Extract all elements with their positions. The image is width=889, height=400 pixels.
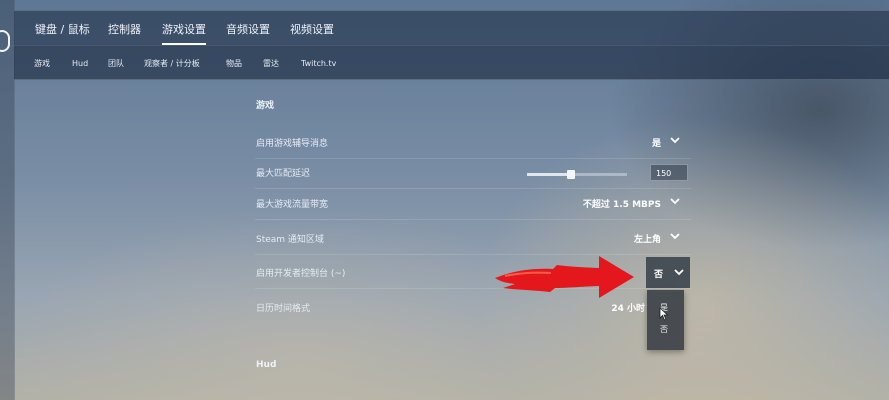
subtab-radar[interactable]: 雷达 <box>263 46 279 79</box>
subtab-game[interactable]: 游戏 <box>34 46 50 79</box>
latency-input[interactable]: 150 <box>650 164 688 181</box>
mouse-pointer-icon <box>659 307 669 321</box>
latency-slider[interactable] <box>527 170 627 179</box>
subtab-hud[interactable]: Hud <box>72 46 88 79</box>
setting-value: 左上角 <box>633 235 661 245</box>
tab-controller[interactable]: 控制器 <box>108 11 141 46</box>
setting-label: Steam 通知区域 <box>256 235 324 245</box>
top-nav: 键盘 / 鼠标 控制器 游戏设置 音频设置 视频设置 <box>14 10 889 46</box>
dropdown-selected-value: 否 <box>654 270 664 280</box>
subtab-items[interactable]: 物品 <box>226 46 242 79</box>
setting-row-bandwidth[interactable]: 最大游戏流量带宽 不超过 1.5 MBPS <box>255 189 691 220</box>
setting-label: 启用游戏辅导消息 <box>256 139 329 149</box>
slider-fill <box>527 173 569 176</box>
setting-value: 是 <box>651 139 661 149</box>
setting-value: 24 小时 <box>611 304 645 314</box>
setting-label: 最大匹配延迟 <box>256 169 311 179</box>
slider-handle[interactable] <box>567 170 575 179</box>
dropdown-option-no[interactable]: 否 <box>660 324 668 335</box>
left-rail <box>0 0 15 400</box>
setting-row-steam-notify[interactable]: Steam 通知区域 左上角 <box>255 224 691 255</box>
chevron-down-icon[interactable] <box>669 230 681 242</box>
tab-audio-settings[interactable]: 音频设置 <box>226 11 270 46</box>
setting-label: 启用开发者控制台 (~) <box>256 269 346 279</box>
subtab-twitch[interactable]: Twitch.tv <box>301 46 336 79</box>
tab-keyboard-mouse[interactable]: 键盘 / 鼠标 <box>35 11 90 46</box>
sub-nav: 游戏 Hud 团队 观察者 / 计分板 物品 雷达 Twitch.tv <box>14 45 889 80</box>
chevron-down-icon[interactable] <box>669 134 681 146</box>
setting-label: 最大游戏流量带宽 <box>256 200 329 210</box>
setting-label: 日历时间格式 <box>256 304 311 314</box>
setting-value: 不超过 1.5 MBPS <box>582 200 661 210</box>
tab-video-settings[interactable]: 视频设置 <box>290 11 334 46</box>
setting-row-max-latency: 最大匹配延迟 150 <box>255 158 691 189</box>
section-title-game: 游戏 <box>256 101 275 111</box>
chevron-down-icon[interactable] <box>669 195 681 207</box>
section-title-hud: Hud <box>256 360 277 370</box>
back-icon[interactable] <box>0 30 10 52</box>
setting-row-coaching[interactable]: 启用游戏辅导消息 是 <box>255 128 691 159</box>
subtab-spectator-scoreboard[interactable]: 观察者 / 计分板 <box>144 46 200 79</box>
tab-game-settings[interactable]: 游戏设置 <box>162 11 206 46</box>
red-arrow-annotation <box>495 256 634 298</box>
dev-console-dropdown[interactable]: 否 <box>646 257 690 288</box>
subtab-team[interactable]: 团队 <box>108 46 124 79</box>
chevron-down-icon[interactable] <box>673 266 685 278</box>
